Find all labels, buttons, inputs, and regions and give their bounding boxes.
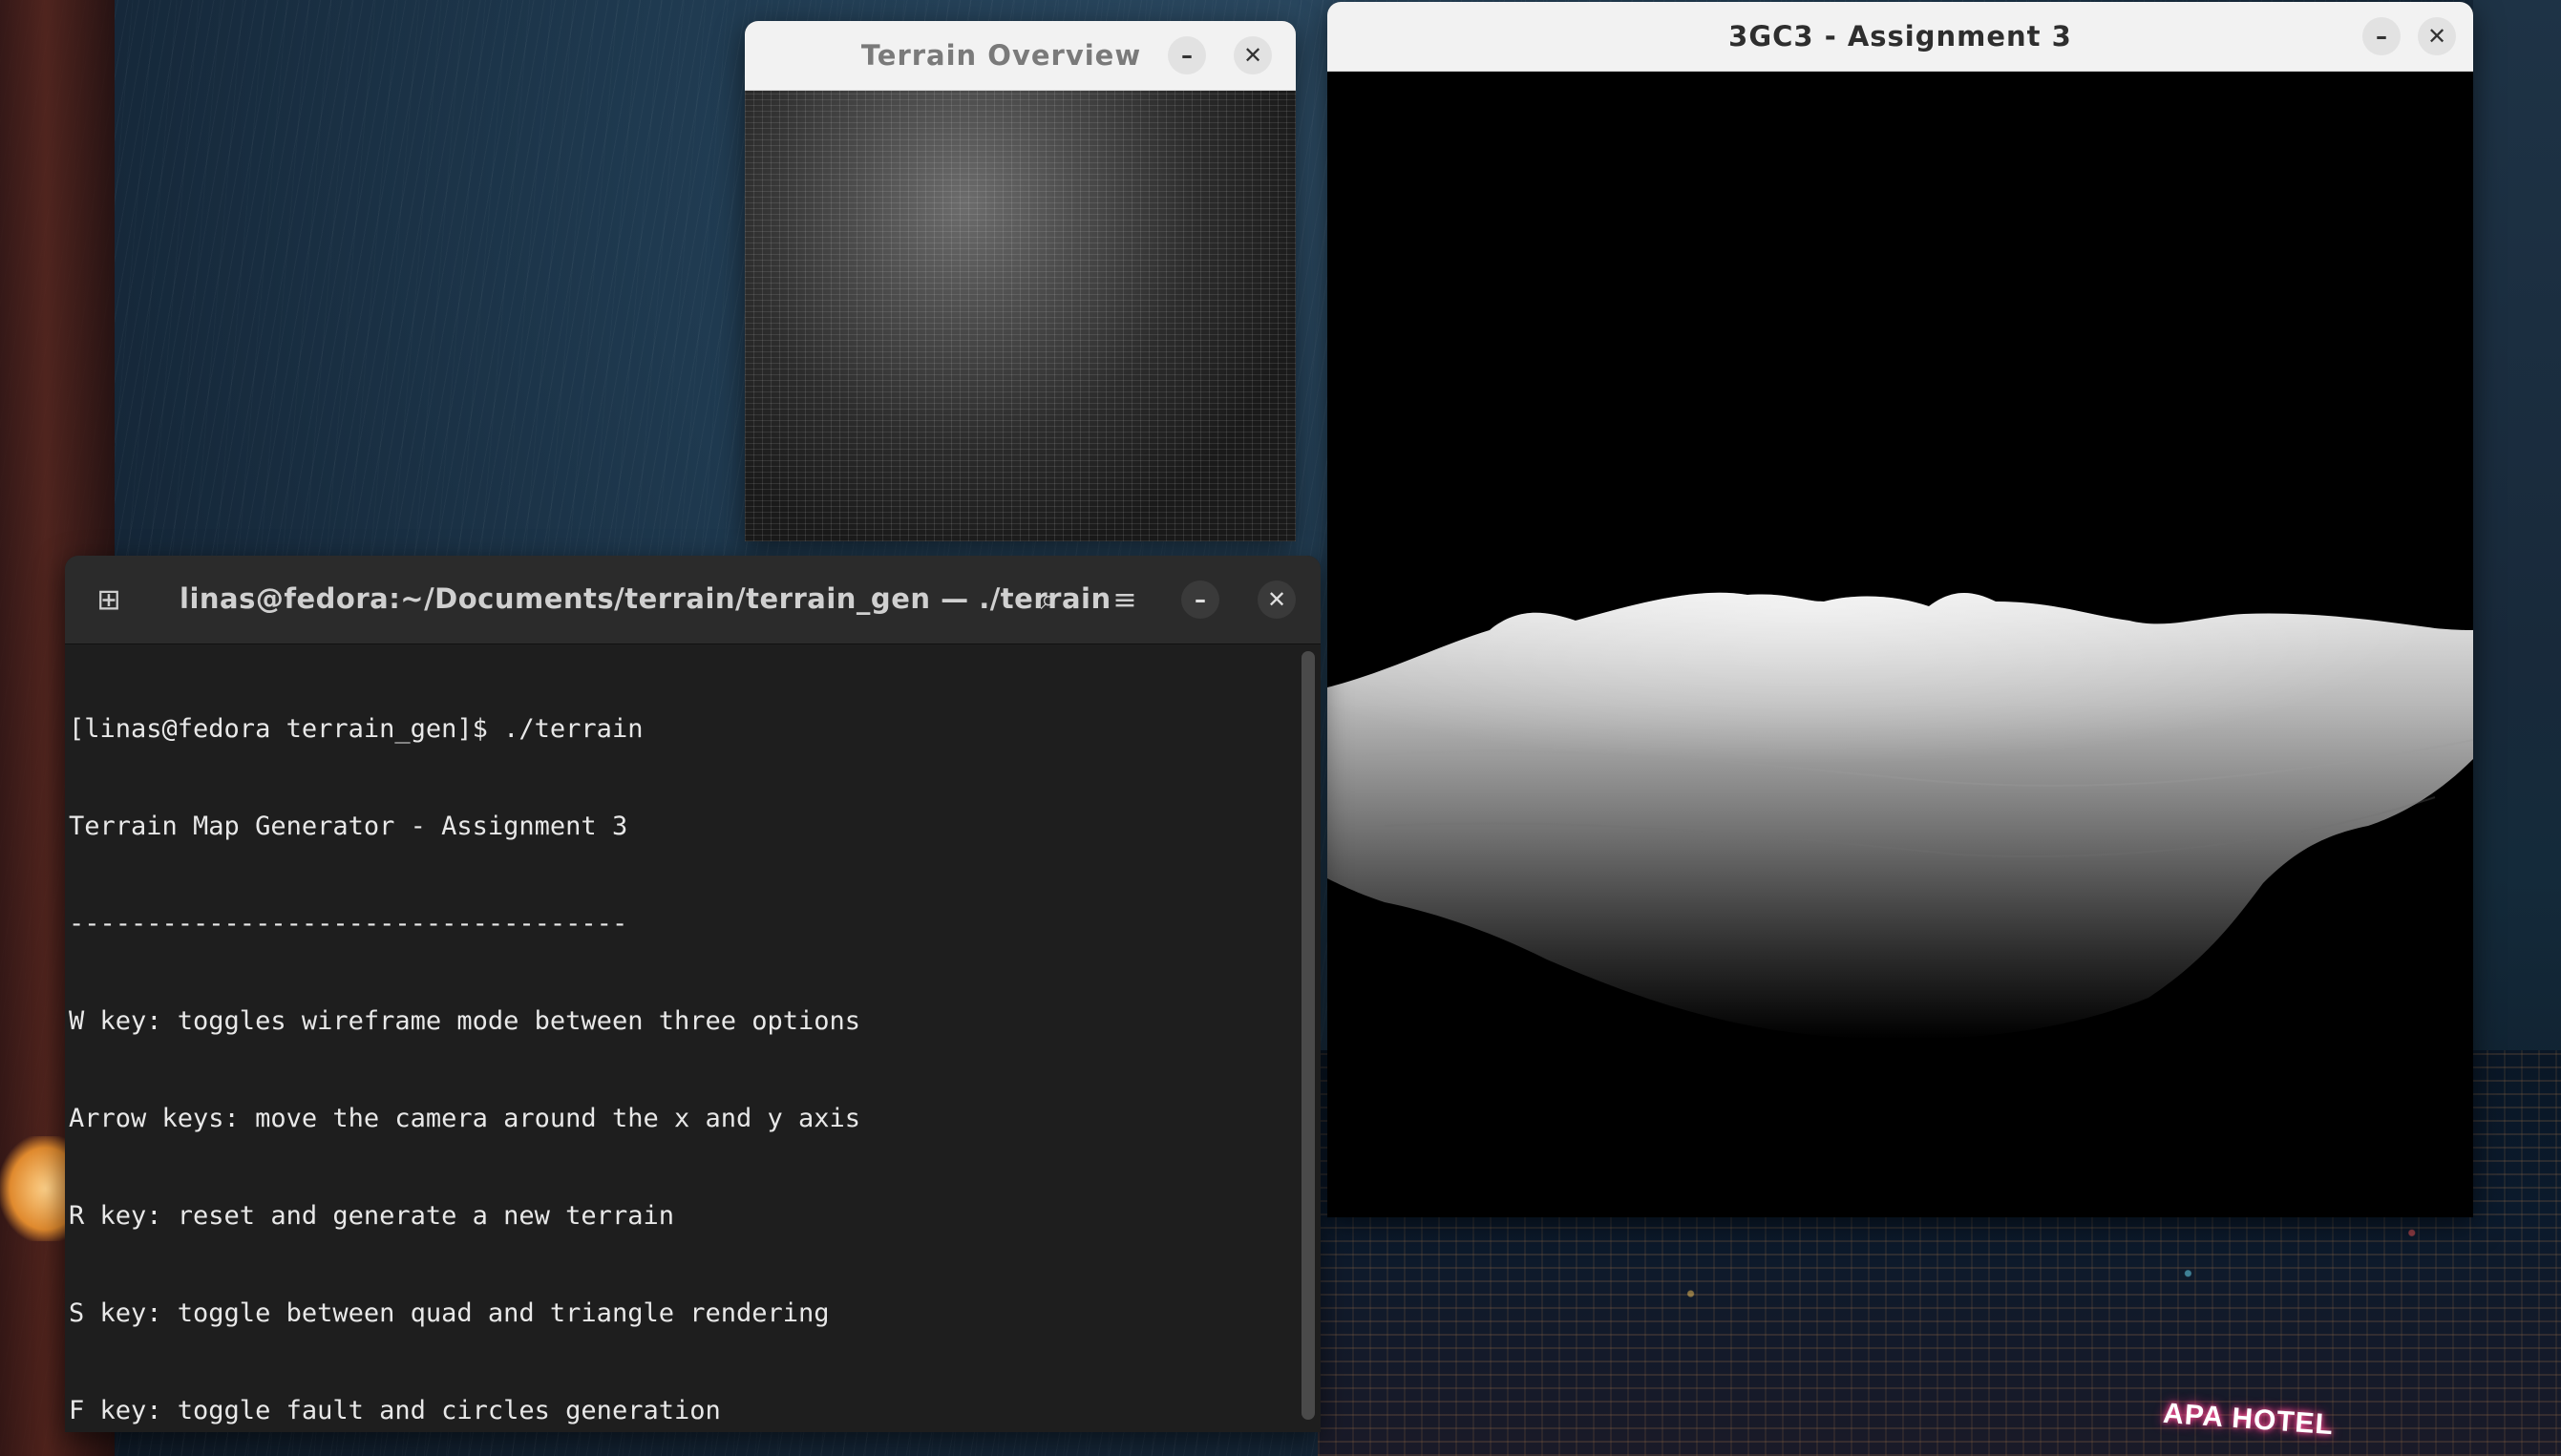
terminal-title: linas@fedora:~/Documents/terrain/terrain… [180,582,1111,615]
terrain-3d-viewport[interactable] [1327,72,2473,1217]
terminal-line: F key: toggle fault and circles generati… [69,1396,721,1425]
new-tab-icon: ⊞ [96,582,121,617]
close-icon: ✕ [1242,42,1263,69]
terminal-line: W key: toggles wireframe mode between th… [69,1006,861,1036]
terminal-output[interactable]: [linas@fedora terrain_gen]$ ./terrain Te… [65,644,1321,1432]
main-close-button[interactable]: ✕ [2418,17,2456,55]
overview-titlebar[interactable]: Terrain Overview – ✕ [745,21,1296,91]
terminal-line: Arrow keys: move the camera around the x… [69,1104,861,1133]
terminal-menu-button[interactable]: ≡ [1108,582,1142,617]
terrain-overview-window[interactable]: Terrain Overview – ✕ [745,21,1296,541]
search-icon: ⌕ [1040,582,1057,617]
terminal-search-button[interactable]: ⌕ [1031,582,1066,617]
close-icon: ✕ [2426,23,2447,50]
terminal-line: [linas@fedora terrain_gen]$ ./terrain [69,714,644,744]
close-icon: ✕ [1266,586,1287,613]
terminal-close-button[interactable]: ✕ [1258,580,1296,619]
minimize-icon: – [2376,23,2387,50]
overview-minimize-button[interactable]: – [1168,36,1206,74]
terminal-line: ------------------------------------ [69,909,628,939]
assignment-3d-window[interactable]: 3GC3 - Assignment 3 – ✕ [1327,2,2473,1217]
terminal-window[interactable]: ⊞ linas@fedora:~/Documents/terrain/terra… [65,556,1321,1432]
terminal-line: S key: toggle between quad and triangle … [69,1298,830,1328]
terminal-line: R key: reset and generate a new terrain [69,1201,674,1231]
hamburger-menu-icon: ≡ [1112,582,1137,617]
terrain-3d-render [1327,592,2473,1040]
minimize-icon: – [1181,42,1193,69]
main-window-title: 3GC3 - Assignment 3 [1728,20,2072,53]
terminal-minimize-button[interactable]: – [1181,580,1219,619]
minimize-icon: – [1195,586,1206,613]
main-minimize-button[interactable]: – [2362,17,2401,55]
lamp-decoration [0,1136,65,1241]
new-tab-button[interactable]: ⊞ [92,582,126,617]
overview-close-button[interactable]: ✕ [1234,36,1272,74]
terminal-titlebar[interactable]: ⊞ linas@fedora:~/Documents/terrain/terra… [65,556,1321,644]
terminal-scrollbar[interactable] [1302,651,1315,1420]
main-titlebar[interactable]: 3GC3 - Assignment 3 – ✕ [1327,2,2473,72]
overview-window-title: Terrain Overview [860,39,1142,72]
terrain-heightmap-canvas[interactable] [745,91,1296,541]
terminal-line: Terrain Map Generator - Assignment 3 [69,812,628,841]
